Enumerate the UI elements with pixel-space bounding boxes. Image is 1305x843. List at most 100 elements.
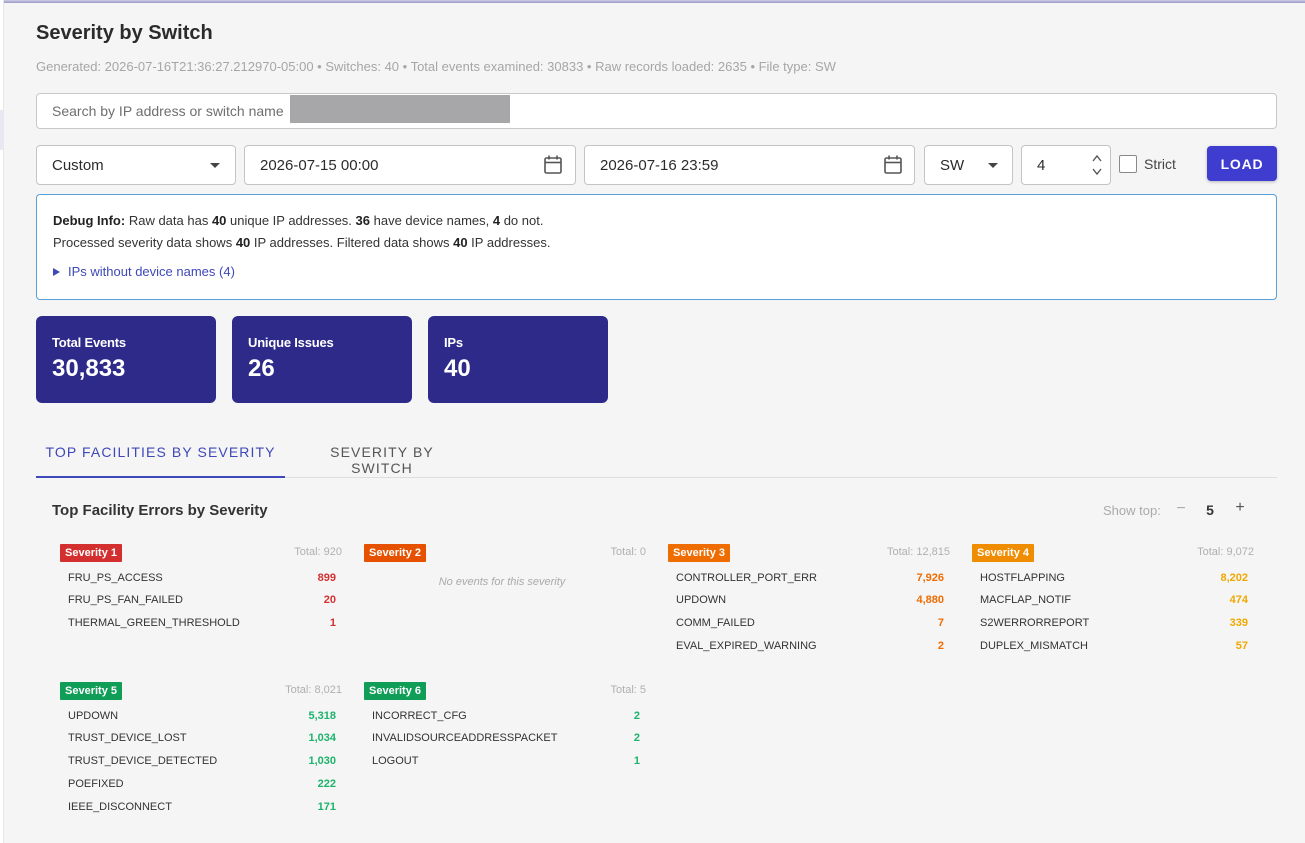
severity-panel-6: Severity 6 Total: 5 INCORRECT_CFG 2 INVAL… bbox=[358, 682, 646, 792]
debug-count: 40 bbox=[211, 213, 227, 228]
no-events-message: No events for this severity bbox=[438, 576, 566, 588]
facility-row: INVALIDSOURCEADDRESSPACKET 2 bbox=[372, 732, 640, 750]
debug-text: Processed severity data shows bbox=[53, 235, 236, 250]
facility-count: 1,030 bbox=[308, 755, 336, 767]
severity-panel-5: Severity 5 Total: 8,021 UPDOWN 5,318 TRUS… bbox=[54, 682, 342, 813]
facility-count: 8,202 bbox=[1220, 572, 1248, 584]
facility-count: 7 bbox=[937, 617, 944, 629]
left-edge-highlight bbox=[0, 110, 4, 150]
severity-panel-2: Severity 2 Total: 0 No events for this s… bbox=[358, 544, 646, 654]
facility-name: LOGOUT bbox=[372, 755, 419, 767]
facility-name: EVAL_EXPIRED_WARNING bbox=[676, 640, 817, 652]
stat-card-total-events: Total Events 30,833 bbox=[36, 316, 216, 403]
facility-name: INVALIDSOURCEADDRESSPACKET bbox=[372, 732, 558, 744]
facility-row: DUPLEX_MISMATCH 57 bbox=[980, 640, 1248, 658]
severity-badge: Severity 6 bbox=[364, 682, 426, 700]
facility-row: LOGOUT 1 bbox=[372, 755, 640, 773]
end-datetime-value: 2026-07-16 23:59 bbox=[600, 157, 719, 174]
facility-row: FRU_PS_ACCESS 899 bbox=[68, 572, 336, 590]
stat-card-ips: IPs 40 bbox=[428, 316, 608, 403]
facility-name: TRUST_DEVICE_LOST bbox=[68, 732, 187, 744]
severity-badge: Severity 1 bbox=[60, 544, 122, 562]
facility-count: 2 bbox=[633, 732, 640, 744]
facility-name: POEFIXED bbox=[68, 778, 124, 790]
severity-badge: Severity 5 bbox=[60, 682, 122, 700]
facility-count: 20 bbox=[323, 594, 336, 606]
facility-count: 339 bbox=[1229, 617, 1248, 629]
facility-name: S2WERRORREPORT bbox=[980, 617, 1090, 629]
facility-name: CONTROLLER_PORT_ERR bbox=[676, 572, 817, 584]
ips-without-names-toggle[interactable]: IPs without device names (4) bbox=[53, 264, 235, 279]
facility-row: MACFLAP_NOTIF 474 bbox=[980, 594, 1248, 612]
panel-title: Top Facility Errors by Severity bbox=[52, 502, 268, 519]
facility-count: 7,926 bbox=[916, 572, 944, 584]
debug-count: 36 bbox=[355, 213, 370, 228]
facility-name: MACFLAP_NOTIF bbox=[980, 594, 1072, 606]
ips-without-names-label: IPs without device names (4) bbox=[68, 264, 235, 279]
debug-text: Raw data has bbox=[125, 213, 212, 228]
severity-panel-1: Severity 1 Total: 920 FRU_PS_ACCESS 899 F… bbox=[54, 544, 342, 654]
strict-label: Strict bbox=[1144, 156, 1176, 172]
stat-value: 30,833 bbox=[52, 355, 126, 382]
facility-name: FRU_PS_FAN_FAILED bbox=[68, 594, 183, 606]
debug-text: IP addresses. bbox=[467, 235, 551, 250]
chevron-down-icon bbox=[210, 163, 220, 168]
show-top-decrement-button[interactable]: − bbox=[1174, 500, 1188, 520]
severity-total: Total: 920 bbox=[294, 546, 342, 558]
facility-count: 4,880 bbox=[916, 594, 944, 606]
show-top-label: Show top: bbox=[1103, 503, 1161, 518]
stat-label: IPs bbox=[444, 335, 463, 350]
stat-value: 40 bbox=[444, 355, 471, 382]
facility-row: THERMAL_GREEN_THRESHOLD 1 bbox=[68, 617, 336, 635]
severity-total: Total: 12,815 bbox=[887, 546, 950, 558]
severity-panel-3: Severity 3 Total: 12,815 CONTROLLER_PORT… bbox=[662, 544, 950, 654]
severity-total: Total: 0 bbox=[610, 546, 646, 558]
search-box bbox=[36, 93, 1277, 129]
debug-count: 4 bbox=[492, 213, 501, 228]
debug-line-2: Processed severity data shows 40 IP addr… bbox=[53, 235, 550, 250]
facility-count: 57 bbox=[1235, 640, 1248, 652]
facility-count: 5,318 bbox=[308, 710, 336, 722]
chevron-down-icon bbox=[988, 163, 998, 168]
severity-total: Total: 9,072 bbox=[1197, 546, 1254, 558]
debug-info-panel: Debug Info: Raw data has 40 unique IP ad… bbox=[36, 194, 1277, 300]
facility-row: TRUST_DEVICE_LOST 1,034 bbox=[68, 732, 336, 750]
start-datetime-field[interactable]: 2026-07-15 00:00 bbox=[244, 145, 576, 185]
number-stepper-icon[interactable] bbox=[1092, 151, 1102, 179]
severity-badge: Severity 2 bbox=[364, 544, 426, 562]
show-top-increment-button[interactable]: + bbox=[1233, 499, 1247, 519]
facility-name: IEEE_DISCONNECT bbox=[68, 801, 172, 813]
tab-severity-by-switch[interactable]: SEVERITY BY SWITCH bbox=[301, 425, 463, 478]
range-select-value: Custom bbox=[52, 157, 104, 174]
debug-text: IP addresses. Filtered data shows bbox=[250, 235, 454, 250]
stat-label: Total Events bbox=[52, 335, 126, 350]
facility-count: 1 bbox=[329, 617, 336, 629]
load-button[interactable]: LOAD bbox=[1207, 146, 1277, 181]
facility-row: EVAL_EXPIRED_WARNING 2 bbox=[676, 640, 944, 658]
facility-name: DUPLEX_MISMATCH bbox=[980, 640, 1088, 652]
redacted-region bbox=[290, 95, 510, 123]
severity-number-input[interactable]: 4 bbox=[1021, 145, 1111, 185]
facility-count: 1,034 bbox=[308, 732, 336, 744]
type-select[interactable]: SW bbox=[924, 145, 1013, 185]
facility-row: S2WERRORREPORT 339 bbox=[980, 617, 1248, 635]
severity-badge: Severity 4 bbox=[972, 544, 1034, 562]
facility-count: 2 bbox=[633, 710, 640, 722]
severity-badge: Severity 3 bbox=[668, 544, 730, 562]
calendar-icon[interactable] bbox=[884, 155, 902, 174]
debug-label: Debug Info: bbox=[53, 213, 126, 228]
debug-line-1: Debug Info: Raw data has 40 unique IP ad… bbox=[53, 213, 543, 228]
search-input[interactable] bbox=[52, 94, 288, 128]
stat-label: Unique Issues bbox=[248, 335, 334, 350]
calendar-icon[interactable] bbox=[544, 155, 562, 174]
strict-checkbox[interactable] bbox=[1119, 155, 1137, 173]
facility-row: CONTROLLER_PORT_ERR 7,926 bbox=[676, 572, 944, 590]
stat-value: 26 bbox=[248, 355, 275, 382]
facility-row: INCORRECT_CFG 2 bbox=[372, 710, 640, 728]
range-select[interactable]: Custom bbox=[36, 145, 236, 185]
facility-row: HOSTFLAPPING 8,202 bbox=[980, 572, 1248, 590]
facility-count: 222 bbox=[317, 778, 336, 790]
tab-top-facilities[interactable]: TOP FACILITIES BY SEVERITY bbox=[36, 425, 285, 478]
end-datetime-field[interactable]: 2026-07-16 23:59 bbox=[584, 145, 915, 185]
facility-row: IEEE_DISCONNECT 171 bbox=[68, 801, 336, 819]
